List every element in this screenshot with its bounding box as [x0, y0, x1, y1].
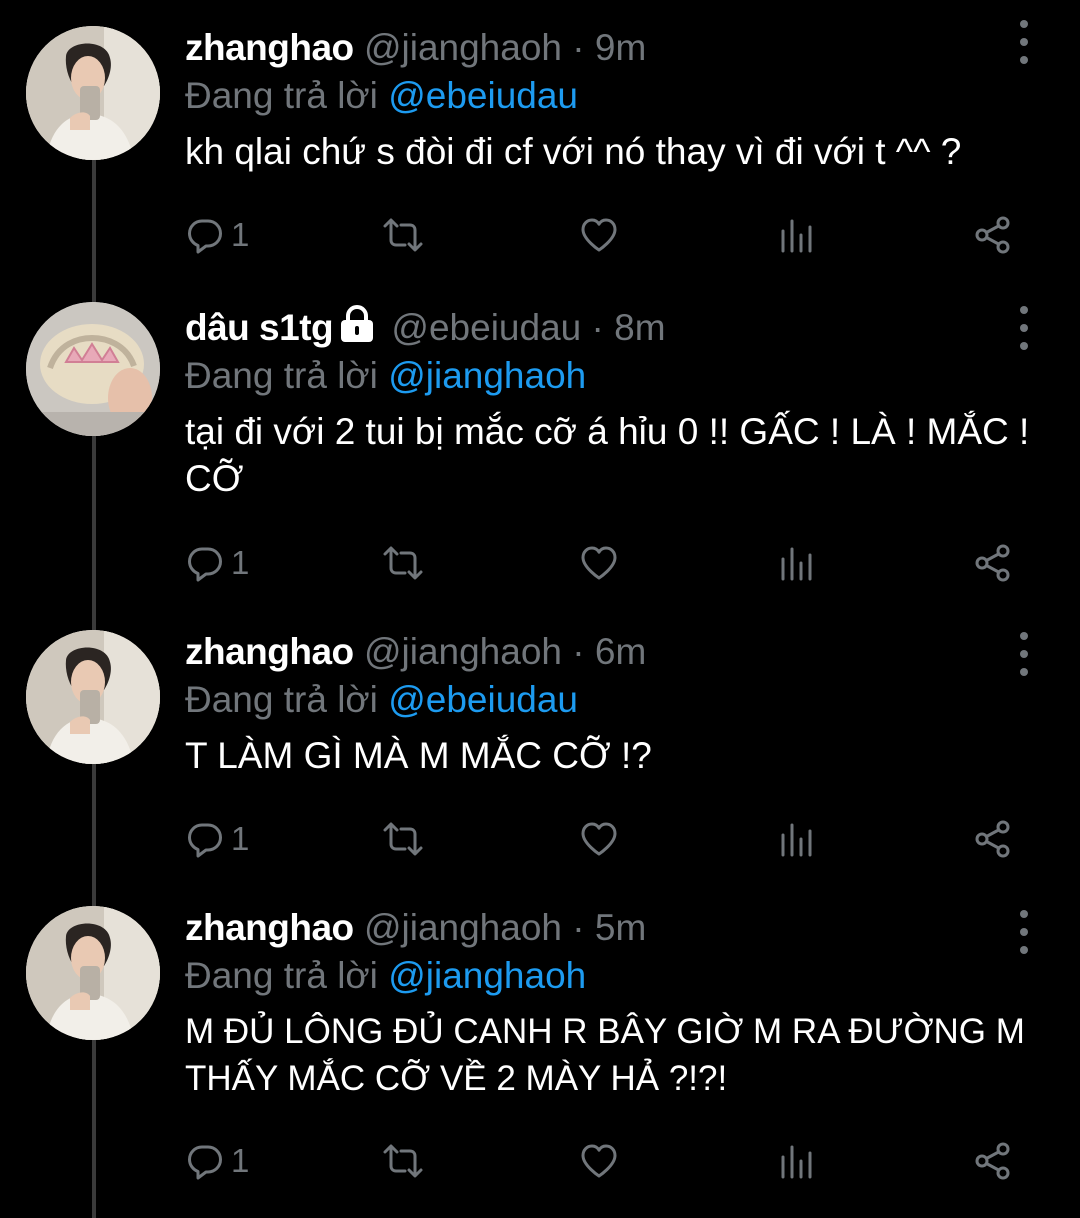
- avatar[interactable]: [26, 26, 160, 160]
- share-icon: [973, 1141, 1013, 1181]
- replying-prefix: Đang trả lời: [185, 75, 378, 116]
- share-button[interactable]: [973, 538, 1013, 588]
- tweet-time[interactable]: 9m: [595, 27, 646, 68]
- share-icon: [973, 819, 1013, 859]
- avatar[interactable]: [26, 630, 160, 764]
- like-button[interactable]: [579, 538, 619, 588]
- stats-icon: [777, 1141, 817, 1181]
- tweet-header: zhanghao @jianghaoh · 5m: [185, 904, 1050, 952]
- heart-icon: [579, 819, 619, 859]
- more-options-icon[interactable]: [1010, 306, 1038, 350]
- stats-icon: [777, 215, 817, 255]
- replying-to: Đang trả lời @ebeiudau: [185, 72, 1050, 120]
- replying-prefix: Đang trả lời: [185, 955, 378, 996]
- tweet-header: dâu s1tg @ebeiudau · 8m: [185, 304, 1050, 352]
- action-bar: 1: [185, 538, 1020, 588]
- heart-icon: [579, 543, 619, 583]
- separator-dot: ·: [572, 907, 585, 948]
- reply-button[interactable]: 1: [185, 1136, 249, 1186]
- tweet-3[interactable]: zhanghao @jianghaoh · 6m Đang trả lời @e…: [0, 618, 1080, 900]
- reply-count: 1: [231, 1142, 250, 1179]
- avatar[interactable]: [26, 302, 160, 436]
- replying-mention[interactable]: @jianghaoh: [388, 355, 586, 396]
- retweet-button[interactable]: [381, 538, 425, 588]
- tweet-header: zhanghao @jianghaoh · 6m: [185, 628, 1050, 676]
- avatar[interactable]: [26, 906, 160, 1040]
- share-button[interactable]: [973, 814, 1013, 864]
- action-bar: 1: [185, 1136, 1020, 1186]
- heart-icon: [579, 215, 619, 255]
- tweet-1[interactable]: zhanghao @jianghaoh · 9m Đang trả lời @e…: [0, 0, 1080, 288]
- replying-prefix: Đang trả lời: [185, 355, 378, 396]
- reply-button[interactable]: 1: [185, 814, 249, 864]
- display-name[interactable]: zhanghao: [185, 907, 354, 948]
- separator-dot: ·: [572, 631, 585, 672]
- reply-count: 1: [231, 820, 250, 857]
- stats-icon: [777, 543, 817, 583]
- stats-icon: [777, 819, 817, 859]
- share-button[interactable]: [973, 210, 1013, 260]
- user-handle[interactable]: @ebeiudau: [391, 307, 581, 348]
- like-button[interactable]: [579, 210, 619, 260]
- replying-to: Đang trả lời @ebeiudau: [185, 676, 1050, 724]
- lock-icon: [337, 304, 377, 344]
- share-button[interactable]: [973, 1136, 1013, 1186]
- retweet-icon: [381, 215, 425, 255]
- retweet-button[interactable]: [381, 1136, 425, 1186]
- tweet-2[interactable]: dâu s1tg @ebeiudau · 8m Đang trả lời @ji…: [0, 288, 1080, 618]
- separator-dot: ·: [591, 307, 604, 348]
- share-icon: [973, 543, 1013, 583]
- reply-icon: [185, 1141, 225, 1181]
- reply-button[interactable]: 1: [185, 210, 249, 260]
- reply-icon: [185, 215, 225, 255]
- action-bar: 1: [185, 814, 1020, 864]
- tweet-4[interactable]: zhanghao @jianghaoh · 5m Đang trả lời @j…: [0, 896, 1080, 1218]
- stats-button[interactable]: [777, 814, 817, 864]
- retweet-icon: [381, 543, 425, 583]
- tweet-text: M ĐỦ LÔNG ĐỦ CANH R BÂY GIỜ M RA ĐƯỜNG M…: [185, 1012, 1025, 1098]
- reply-button[interactable]: 1: [185, 538, 249, 588]
- replying-mention[interactable]: @jianghaoh: [388, 955, 586, 996]
- retweet-icon: [381, 1141, 425, 1181]
- separator-dot: ·: [572, 27, 585, 68]
- tweet-header: zhanghao @jianghaoh · 9m: [185, 24, 1050, 72]
- tweet-text: kh qlai chứ s đòi đi cf với nó thay vì đ…: [185, 131, 962, 172]
- reply-count: 1: [231, 216, 250, 253]
- stats-button[interactable]: [777, 210, 817, 260]
- display-name[interactable]: zhanghao: [185, 631, 354, 672]
- stats-button[interactable]: [777, 1136, 817, 1186]
- share-icon: [973, 215, 1013, 255]
- reply-count: 1: [231, 544, 250, 581]
- retweet-button[interactable]: [381, 210, 425, 260]
- replying-mention[interactable]: @ebeiudau: [388, 679, 578, 720]
- reply-icon: [185, 543, 225, 583]
- replying-to: Đang trả lời @jianghaoh: [185, 952, 1050, 1000]
- like-button[interactable]: [579, 814, 619, 864]
- tweet-time[interactable]: 8m: [614, 307, 665, 348]
- tweet-time[interactable]: 6m: [595, 631, 646, 672]
- tweet-text: tại đi với 2 tui bị mắc cỡ á hỉu 0 !! GẤ…: [185, 411, 1030, 499]
- retweet-button[interactable]: [381, 814, 425, 864]
- user-handle[interactable]: @jianghaoh: [364, 631, 562, 672]
- heart-icon: [579, 1141, 619, 1181]
- user-handle[interactable]: @jianghaoh: [364, 27, 562, 68]
- more-options-icon[interactable]: [1010, 632, 1038, 676]
- replying-prefix: Đang trả lời: [185, 679, 378, 720]
- like-button[interactable]: [579, 1136, 619, 1186]
- user-handle[interactable]: @jianghaoh: [364, 907, 562, 948]
- more-options-icon[interactable]: [1010, 910, 1038, 954]
- more-options-icon[interactable]: [1010, 20, 1038, 64]
- stats-button[interactable]: [777, 538, 817, 588]
- replying-mention[interactable]: @ebeiudau: [388, 75, 578, 116]
- tweet-text: T LÀM GÌ MÀ M MẮC CỠ !?: [185, 735, 652, 776]
- action-bar: 1: [185, 210, 1020, 260]
- display-name[interactable]: dâu s1tg: [185, 307, 334, 348]
- replying-to: Đang trả lời @jianghaoh: [185, 352, 1050, 400]
- retweet-icon: [381, 819, 425, 859]
- reply-icon: [185, 819, 225, 859]
- tweet-time[interactable]: 5m: [595, 907, 646, 948]
- display-name[interactable]: zhanghao: [185, 27, 354, 68]
